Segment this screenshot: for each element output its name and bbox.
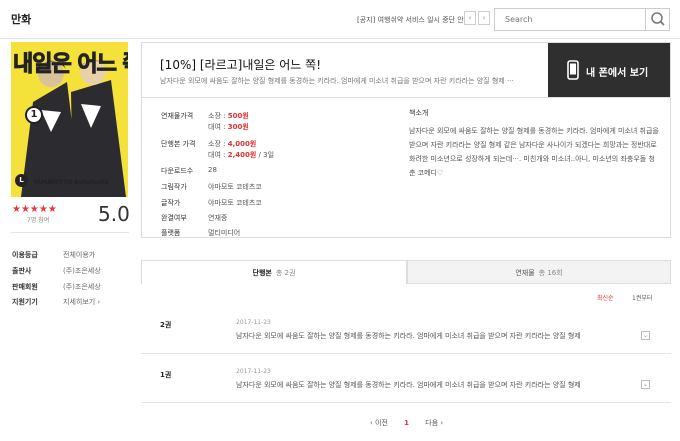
publisher-logo: L — [15, 174, 28, 187]
book-summary: 남자다운 외모에 싸움도 잘하는 양질 형제를 동경하는 키라라. 엄마에게 미… — [160, 77, 514, 85]
artist-link[interactable]: 야마모토 코테츠코 — [208, 182, 262, 192]
current-page[interactable]: 1 — [404, 419, 409, 427]
devices-link[interactable]: 지세히보기 › — [63, 297, 100, 307]
info-label: 지원기기 — [12, 298, 38, 306]
detail-label: 플랫폼 — [161, 229, 181, 237]
info-value: 전체이용가 — [63, 251, 96, 259]
notice-next-button[interactable]: › — [478, 11, 490, 25]
header-divider — [0, 38, 680, 39]
view-on-phone-button[interactable]: 내 폰에서 보기 — [548, 43, 670, 97]
sort-latest[interactable]: 최신순 — [597, 293, 614, 302]
book-title: [10%] [라르고]내일은 어느 쪽! — [160, 58, 322, 72]
episode-number: 1권 — [160, 371, 172, 379]
tab-volumes[interactable]: 단행본 총 2권 — [141, 260, 407, 284]
search-button[interactable] — [645, 9, 669, 30]
divider — [11, 232, 129, 233]
detail-value: 대여 : 300원 — [208, 123, 249, 131]
episode-date: 2017-11-23 — [236, 319, 271, 326]
intro-text: 남자다운 외모에 싸움도 잘하는 양질 형제를 동경하는 키라라. 엄마에게 미… — [409, 127, 659, 177]
info-label: 이용등급 — [12, 251, 38, 259]
row-divider — [141, 353, 671, 354]
detail-label: 그림작가 — [161, 183, 187, 191]
notice-prev-button[interactable]: ‹ — [464, 11, 476, 25]
detail-value: 대여 : 2,400원 / 3일 — [208, 151, 275, 159]
platform-value: 멀티미디어 — [208, 229, 241, 237]
download-count: 28 — [208, 166, 217, 174]
page-title: 만화 — [11, 13, 32, 26]
row-divider — [141, 402, 671, 403]
sort-first[interactable]: 1권부터 — [632, 293, 652, 302]
serial-rent-price: 300원 — [227, 123, 249, 131]
detail-label: 단행본 가격 — [161, 140, 196, 148]
detail-label: 완결여부 — [161, 214, 187, 222]
rating-count: 7명 참여 — [27, 217, 50, 224]
view-on-phone-label: 내 폰에서 보기 — [586, 68, 649, 79]
book-cover[interactable]: 내일은 어느 쪽! 1 L YAMAMOTO Kotetsuko — [11, 42, 128, 197]
notice-link[interactable]: [공지] 여행쉬약 서비스 일시 중단 안내 — [357, 15, 470, 25]
tab-serials[interactable]: 연재물 총 16회 — [407, 260, 671, 284]
next-page-link[interactable]: 다음 › — [425, 419, 443, 427]
info-label: 판매회원 — [12, 283, 38, 291]
rating-score: 5.0 — [98, 202, 130, 226]
writer-link[interactable]: 야마모토 코테츠코 — [208, 198, 262, 208]
rating-stars: ★★★★★ — [12, 204, 57, 215]
search-icon — [651, 12, 665, 26]
prev-page-link[interactable]: ‹ 이전 — [370, 419, 388, 427]
volume-own-price: 4,000원 — [227, 140, 257, 148]
cover-volume-badge: 1 — [25, 106, 43, 124]
cover-title-art: 내일은 어느 쪽! — [13, 52, 128, 78]
detail-label: 글작가 — [161, 199, 181, 207]
search-input[interactable] — [495, 9, 645, 30]
phone-icon — [567, 60, 579, 80]
episode-number: 2권 — [160, 321, 172, 329]
seller-link[interactable]: (주)조은세상 — [63, 282, 101, 292]
detail-value: 소장 : 4,000원 — [208, 140, 257, 148]
pagination: ‹ 이전 1 다음 › — [370, 418, 443, 428]
detail-value: 소장 : 500원 — [208, 112, 249, 120]
serial-own-price: 500원 — [227, 112, 249, 120]
completion-status: 연재중 — [208, 214, 228, 222]
expand-button[interactable]: ⌄ — [641, 331, 650, 340]
search-box — [494, 8, 670, 31]
cover-author: YAMAMOTO Kotetsuko — [33, 179, 109, 186]
detail-label: 연재물가격 — [161, 112, 194, 120]
volume-rent-price: 2,400원 — [227, 151, 257, 159]
episode-desc[interactable]: 남자다운 외모에 싸움도 잘하는 양질 형제를 동경하는 키라라. 엄마에게 미… — [236, 380, 636, 390]
episode-desc[interactable]: 남자다운 외모에 싸움도 잘하는 양질 형제를 동경하는 키라라. 엄마에게 미… — [236, 331, 636, 341]
info-label: 출판사 — [12, 267, 32, 275]
panel-divider — [142, 97, 670, 98]
episode-date: 2017-11-23 — [236, 368, 271, 375]
publisher-link[interactable]: (주)조은세상 — [63, 266, 101, 276]
expand-button[interactable]: ⌄ — [641, 380, 650, 389]
detail-label: 다운로드수 — [161, 167, 194, 175]
intro-title: 책소개 — [409, 109, 429, 117]
